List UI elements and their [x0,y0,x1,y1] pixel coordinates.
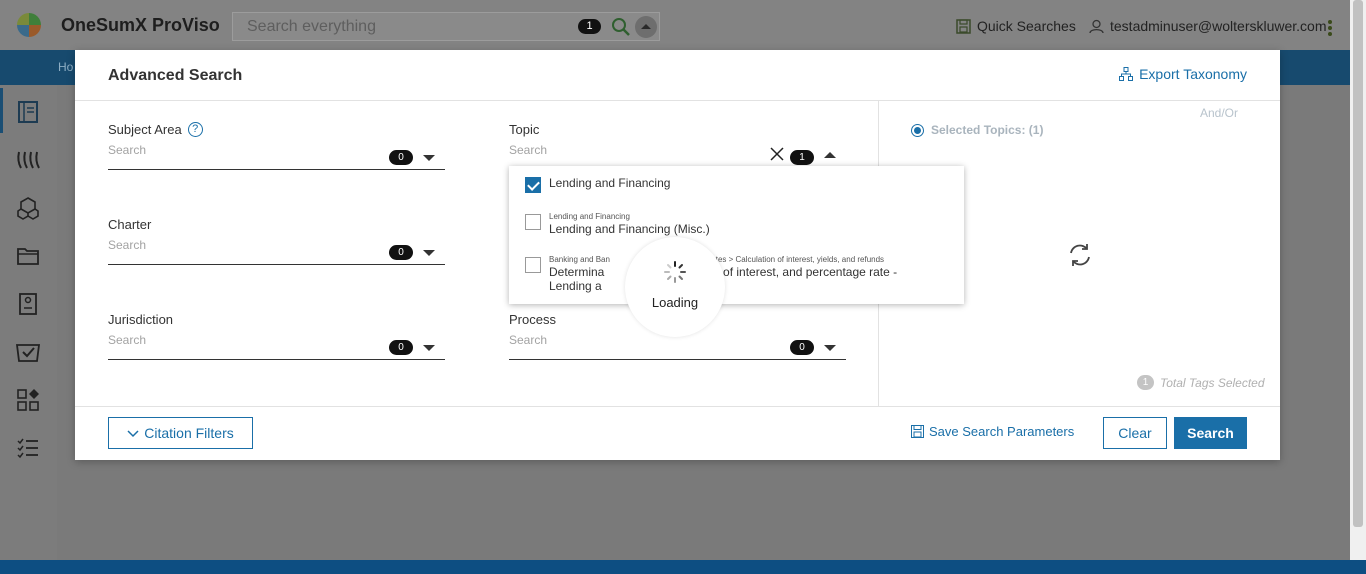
charter-label: Charter [108,216,152,232]
export-taxonomy-label: Export Taxonomy [1139,66,1247,82]
citation-filters-button[interactable]: Citation Filters [108,417,253,449]
task-list-icon[interactable] [15,435,41,461]
folder-icon[interactable] [15,243,41,269]
topic-option-path: Lending and Financing [549,212,630,221]
top-header: OneSumX ProViso Search everything 1 Quic… [0,0,1350,50]
topic-option-name-tail: tion of interest, and percentage rate - [700,265,898,279]
search-count-badge: 1 [578,19,601,34]
loading-indicator: Loading [625,237,725,337]
apps-icon[interactable] [15,387,41,413]
subject-area-placeholder: Search [108,143,147,157]
user-menu[interactable]: testadminuser@wolterskluwer.com [1089,18,1327,34]
selected-topics-radio[interactable] [911,123,924,137]
help-icon[interactable]: ? [187,121,203,137]
topic-dropdown-list: Lending and Financing Lending and Financ… [509,166,964,304]
nav-home-link[interactable]: Ho [58,60,73,74]
save-icon [956,18,971,34]
chevron-down-icon[interactable] [423,250,435,256]
topic-option-name: Lending and Financing [549,176,671,190]
process-label: Process [509,311,556,327]
total-tags-label: Total Tags Selected [1160,375,1265,390]
topic-option-name: Lending and Financing (Misc.) [549,222,710,236]
sidebar-active-indicator [0,88,3,133]
process-count-badge: 0 [790,340,814,355]
topic-option-checkbox[interactable] [525,214,541,230]
topic-option-checkbox[interactable] [525,257,541,273]
topic-label: Topic [509,121,540,137]
search-button[interactable]: Search [1174,417,1247,449]
user-email: testadminuser@wolterskluwer.com [1110,18,1327,34]
global-search-input[interactable]: Search everything [247,18,376,36]
subject-area-input[interactable]: Search 0 [108,143,445,170]
scrollbar-thumb[interactable] [1353,0,1363,527]
topic-placeholder: Search [509,143,548,157]
total-tags-selected: 1 Total Tags Selected [1137,375,1265,390]
subject-area-field: Subject Area? Search 0 [108,120,445,170]
chevron-down-icon[interactable] [423,345,435,351]
kebab-menu-icon[interactable] [1327,20,1333,36]
hierarchy-icon [1119,67,1134,81]
jurisdiction-label: Jurisdiction [108,311,174,327]
quick-searches-link[interactable]: Quick Searches [956,18,1076,34]
checklist-board-icon[interactable] [15,339,41,365]
topic-option[interactable]: Banking and Ban d Interest Rates > Calcul… [525,255,949,293]
process-placeholder: Search [509,333,548,347]
total-tags-count: 1 [1137,375,1154,390]
topic-option[interactable]: Lending and Financing Lending and Financ… [525,212,949,236]
topic-option-name: Determina [549,265,605,279]
report-icon[interactable] [15,291,41,317]
cubes-icon[interactable] [15,195,41,221]
save-search-parameters-label: Save Search Parameters [929,424,1075,439]
app-logo [17,13,41,37]
topic-option-name-line2: Lending a [549,279,602,293]
app-title: OneSumX ProViso [61,15,220,35]
jurisdiction-count-badge: 0 [389,340,413,355]
quote-icon[interactable] [15,147,41,173]
save-search-parameters-link[interactable]: Save Search Parameters [911,424,1074,439]
user-icon [1089,19,1104,33]
and-or-toggle[interactable]: And/Or [1200,106,1238,120]
topic-option-checkbox[interactable] [525,177,541,193]
topic-field: Topic Search 1 [509,120,846,170]
topic-option-path: Banking and Ban [549,255,610,264]
footer-divider [75,406,1280,407]
charter-input[interactable]: Search 0 [108,238,445,265]
collapse-search-button[interactable] [635,16,657,38]
charter-field: Charter Search 0 [108,215,445,265]
chevron-down-icon[interactable] [824,345,836,351]
refresh-icon[interactable] [1067,242,1093,268]
close-icon[interactable] [770,147,784,161]
spinner-icon [664,261,686,283]
jurisdiction-placeholder: Search [108,333,147,347]
chevron-down-icon [127,430,139,438]
chevron-up-icon [641,24,651,29]
global-search-box[interactable]: Search everything 1 [232,12,660,41]
clear-button[interactable]: Clear [1103,417,1167,449]
charter-placeholder: Search [108,238,147,252]
loading-label: Loading [651,295,699,310]
selected-topics-option[interactable]: Selected Topics: (1) [911,123,1043,137]
header-divider [75,100,1280,101]
search-icon[interactable] [610,16,632,38]
citation-filters-label: Citation Filters [144,425,234,441]
save-icon [911,425,924,438]
document-icon[interactable] [15,99,41,125]
chevron-up-icon[interactable] [824,152,836,158]
bottom-bar [0,560,1366,574]
subject-area-label: Subject Area [108,121,182,137]
process-input[interactable]: Search 0 [509,333,846,360]
sidebar [0,85,57,560]
quick-searches-label: Quick Searches [977,18,1076,34]
selected-topics-label: Selected Topics: (1) [931,123,1044,137]
chevron-down-icon[interactable] [423,155,435,161]
jurisdiction-input[interactable]: Search 0 [108,333,445,360]
page-scrollbar[interactable] [1350,0,1366,560]
jurisdiction-field: Jurisdiction Search 0 [108,310,445,360]
subject-area-count-badge: 0 [389,150,413,165]
charter-count-badge: 0 [389,245,413,260]
topic-option[interactable]: Lending and Financing [525,176,949,193]
export-taxonomy-link[interactable]: Export Taxonomy [1119,66,1247,82]
modal-title: Advanced Search [108,67,243,84]
topic-count-badge: 1 [790,150,814,165]
